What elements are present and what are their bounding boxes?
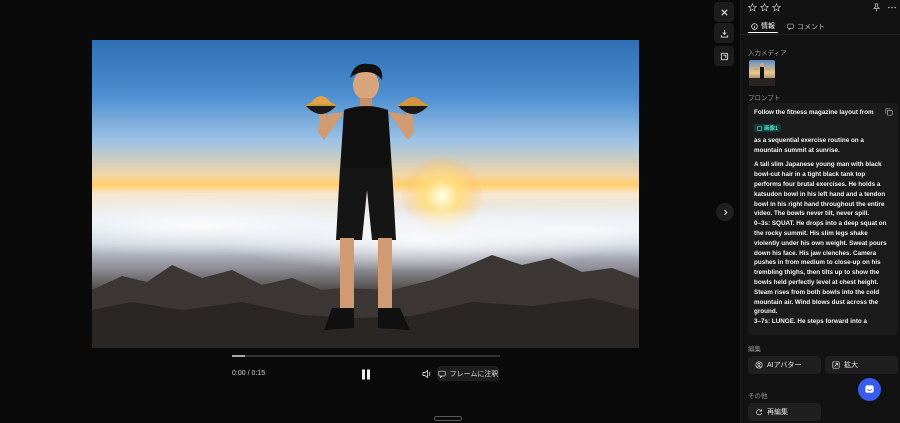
prompt-box: Follow the fitness magazine layout from … [748,103,898,335]
pause-button[interactable] [359,367,373,381]
prompt-label: プロンプト [748,95,781,102]
input-media-label: 入力メディア [748,50,787,57]
tab-info-label: 情報 [761,23,775,30]
star-icon[interactable] [748,3,757,12]
pin-icon[interactable] [872,3,881,12]
download-button[interactable] [714,23,734,43]
video-frame[interactable] [92,40,639,348]
star-icon[interactable] [760,3,769,12]
annotate-frame-button[interactable]: フレームに注釈 [437,366,499,381]
media-viewer: 0:00 / 0:15 フレームに注釈 [0,0,740,423]
thumbnail-image [749,63,775,86]
app-root: 0:00 / 0:15 フレームに注釈 情報 コメント 入力メディア プロンプト… [0,0,900,423]
info-icon [751,22,758,30]
image-reference-chip[interactable]: 画像1 [754,124,782,133]
reedit-label: 再編集 [767,409,788,416]
tab-comment-label: コメント [797,23,825,31]
ai-avatar-button[interactable]: AIアバター [748,356,821,374]
progress-bar[interactable] [232,355,500,357]
other-label: その他 [748,393,768,400]
speaker-icon [422,369,431,379]
expand-icon [720,52,728,60]
tab-comment[interactable]: コメント [784,20,828,33]
download-icon [720,29,728,38]
edit-actions: AIアバター 拡大 [748,356,898,374]
chat-icon [865,385,874,393]
avatar-icon [755,361,763,369]
volume-button[interactable] [421,367,433,379]
upscale-icon [832,361,840,369]
prompt-intro-line-2: as a sequential exercise routine on a mo… [754,136,866,154]
panel-tabs: 情報 コメント [748,20,828,34]
expand-button[interactable] [714,46,734,66]
upscale-label: 拡大 [844,362,858,369]
more-icon[interactable] [887,3,897,12]
annotate-frame-label: フレームに注釈 [449,370,499,378]
comment-icon [787,23,794,30]
refresh-icon [756,409,762,416]
drag-handle[interactable] [434,416,462,421]
progress-fill [232,355,246,357]
star-icon[interactable] [772,3,781,12]
video-scene [92,63,639,348]
chat-button[interactable] [858,378,881,401]
next-button[interactable] [716,203,734,221]
image-reference-label: 画像1 [764,126,779,133]
close-button[interactable] [714,2,734,22]
close-icon [720,8,728,16]
prompt-intro-line: Follow the fitness magazine layout from [754,109,874,116]
time-display: 0:00 / 0:15 [232,370,266,377]
upscale-button[interactable]: 拡大 [825,356,898,374]
prompt-body: A tall slim Japanese young man with blac… [754,161,887,326]
reedit-button[interactable]: 再編集 [748,403,821,421]
tabs-divider [741,34,900,35]
edit-label: 編集 [748,346,761,353]
input-media-thumbnail[interactable] [749,60,775,86]
pause-icon [362,369,370,379]
copy-icon[interactable] [885,108,893,116]
image-icon [757,125,762,131]
tab-info[interactable]: 情報 [748,20,778,33]
info-panel: 情報 コメント 入力メディア プロンプト Follow the fitness … [740,0,900,423]
ai-avatar-label: AIアバター [767,362,802,369]
annotate-icon [438,370,446,378]
rating-stars[interactable] [748,3,781,12]
chevron-right-icon [723,209,728,215]
